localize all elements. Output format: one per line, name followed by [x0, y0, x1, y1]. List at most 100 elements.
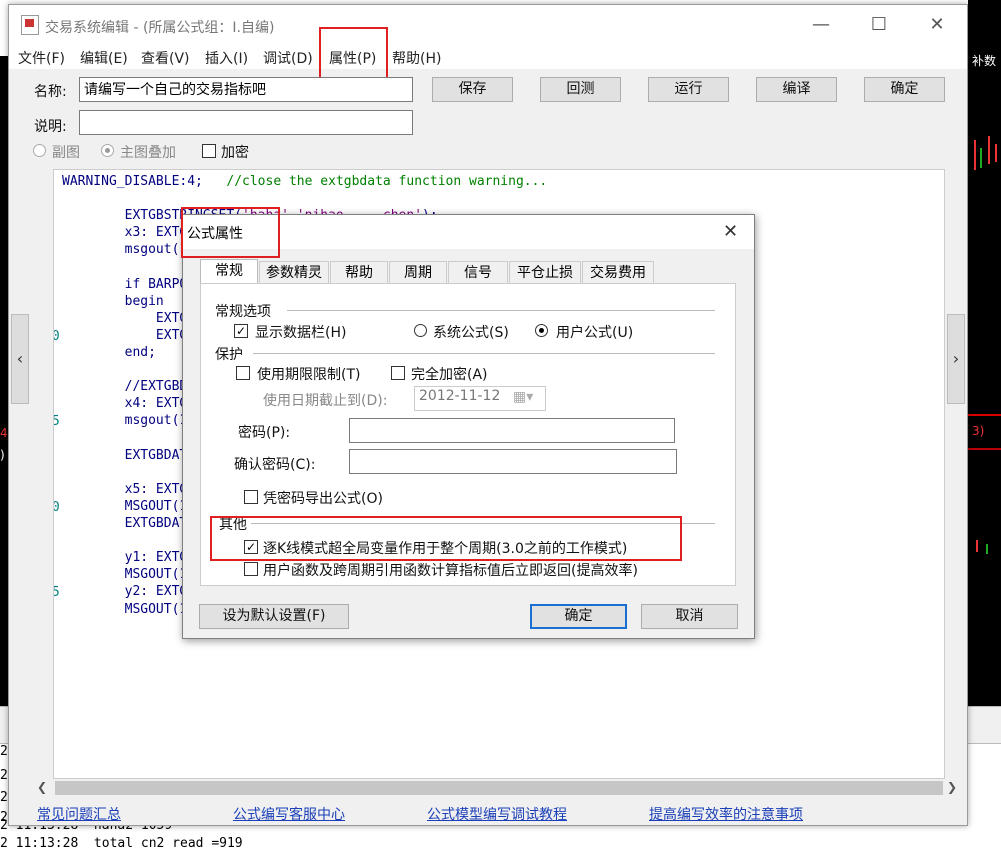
link-efficiency-tips[interactable]: 提高编写效率的注意事项	[649, 804, 803, 824]
line-number: 10	[54, 329, 60, 344]
ok-button[interactable]: 确定	[864, 77, 945, 102]
show-data-bar-label: 显示数据栏(H)	[255, 325, 347, 341]
code-text: msgout(1	[62, 242, 188, 258]
scroll-right-icon[interactable]: ❯	[947, 780, 957, 794]
menu-file[interactable]: 文件(F)	[18, 48, 65, 68]
log-line: 2	[0, 768, 8, 783]
time-limit-checkbox[interactable]	[236, 366, 250, 380]
code-line: MSGOUT(1	[62, 567, 188, 582]
line-number: 20	[54, 500, 60, 515]
tab-signal[interactable]: 信号	[448, 261, 508, 283]
tab-help[interactable]: 帮助	[330, 261, 388, 283]
scroll-left-icon[interactable]: ❮	[37, 780, 47, 794]
link-service-center[interactable]: 公式编写客服中心	[233, 804, 345, 824]
full-encrypt-label: 完全加密(A)	[411, 367, 488, 383]
menu-edit[interactable]: 编辑(E)	[80, 48, 128, 68]
radio-main-overlay-label: 主图叠加	[120, 145, 176, 161]
code-line: EXTGBDAT	[62, 448, 188, 463]
desc-input[interactable]	[79, 110, 413, 135]
use-date-until-label: 使用日期截止到(D):	[263, 393, 388, 409]
dialog-ok-button[interactable]: 确定	[530, 604, 627, 629]
section-protect: 保护	[215, 347, 243, 363]
export-with-password-checkbox[interactable]	[244, 490, 258, 504]
date-picker[interactable]: 2012-11-12 ▦▾	[414, 386, 546, 411]
close-icon[interactable]: ✕	[917, 11, 957, 41]
link-faq[interactable]: 常见问题汇总	[37, 804, 121, 824]
confirm-password-input[interactable]	[349, 449, 677, 474]
code-line: EXTGBDAT	[62, 516, 188, 531]
minimize-icon[interactable]: —	[801, 11, 841, 41]
menu-bar: 文件(F) 编辑(E) 查看(V) 插入(I) 调试(D) 属性(P) 帮助(H…	[9, 45, 967, 69]
code-line: x5: EXTG	[62, 481, 188, 497]
calendar-dropdown-icon[interactable]: ▦▾	[513, 389, 533, 405]
link-tutorial[interactable]: 公式模型编写调试教程	[427, 804, 567, 824]
name-input[interactable]: 请编写一个自己的交易指标吧	[79, 77, 413, 102]
code-line: WARNING_DISABLE:4; //close the extgbdata…	[62, 174, 547, 189]
full-encrypt-checkbox[interactable]	[391, 366, 405, 380]
code-text: x4: EXTG	[62, 396, 188, 412]
encrypt-label: 加密	[221, 145, 249, 161]
confirm-password-label: 确认密码(C):	[234, 457, 316, 473]
tab-stop-loss[interactable]: 平仓止损	[509, 261, 581, 283]
menu-debug[interactable]: 调试(D)	[263, 48, 313, 68]
tab-period[interactable]: 周期	[389, 261, 447, 283]
set-default-button[interactable]: 设为默认设置(F)	[199, 604, 349, 629]
line-number: 25	[54, 585, 60, 600]
code-text: MSGOUT(1	[62, 601, 188, 617]
code-line: y2: EXTG	[62, 584, 188, 599]
code-line: msgout(1	[62, 242, 188, 258]
date-value: 2012-11-12	[419, 388, 501, 404]
radio-subchart-label: 副图	[52, 145, 80, 161]
dialog-close-icon[interactable]: ✕	[723, 221, 738, 242]
encrypt-checkbox[interactable]	[202, 144, 216, 158]
code-text: MSGOUT(1	[62, 498, 188, 514]
compile-button[interactable]: 编译	[756, 77, 837, 102]
right-label-1: 补数	[972, 52, 997, 69]
tab-param-wizard[interactable]: 参数精灵	[259, 261, 329, 283]
password-input[interactable]	[349, 418, 675, 443]
password-label: 密码(P):	[238, 425, 291, 441]
code-text: msgout(1	[62, 413, 188, 429]
code-line: end;	[62, 345, 156, 360]
collapse-left-icon[interactable]: ‹	[11, 314, 29, 404]
code-text: begin	[62, 293, 164, 309]
system-formula-label: 系统公式(S)	[433, 325, 509, 341]
save-button[interactable]: 保存	[432, 77, 513, 102]
highlight-kline-option	[210, 516, 682, 561]
radio-system-formula[interactable]	[414, 324, 427, 337]
radio-main-overlay[interactable]	[101, 144, 114, 157]
tab-general[interactable]: 常规	[200, 259, 258, 284]
radio-subchart[interactable]	[33, 144, 46, 157]
run-button[interactable]: 运行	[648, 77, 729, 102]
user-formula-label: 用户公式(U)	[556, 325, 634, 341]
divider	[287, 310, 715, 311]
line-number: 15	[54, 414, 60, 429]
code-line: //EXTGBD	[62, 379, 188, 395]
code-text: x5: EXTG	[62, 481, 188, 497]
code-line: begin	[62, 294, 164, 309]
horizontal-scrollbar[interactable]: ❮ ❯	[33, 779, 963, 797]
desc-label: 说明:	[34, 119, 67, 135]
backtest-button[interactable]: 回测	[540, 77, 621, 102]
user-func-return-checkbox[interactable]	[244, 562, 258, 576]
show-data-bar-checkbox[interactable]: ✓	[234, 324, 248, 338]
collapse-right-icon[interactable]: ›	[947, 314, 965, 404]
code-text: end;	[62, 345, 156, 360]
maximize-icon[interactable]: ☐	[859, 11, 899, 41]
code-text: EXTG	[62, 310, 188, 326]
code-text: //EXTGBD	[62, 379, 188, 395]
dialog-cancel-button[interactable]: 取消	[641, 604, 738, 629]
code-line: MSGOUT(1	[62, 601, 188, 617]
code-line: y1: EXTG	[62, 550, 188, 565]
menu-insert[interactable]: 插入(I)	[205, 48, 248, 68]
code-line: x4: EXTG	[62, 396, 188, 412]
code-comment: //close the extgbdata function warning..…	[202, 174, 548, 189]
tab-trading-fee[interactable]: 交易费用	[582, 261, 654, 283]
code-line: if BARPO	[62, 277, 188, 292]
code-line: EXTG	[62, 328, 187, 343]
radio-user-formula[interactable]	[535, 324, 548, 337]
scroll-thumb[interactable]	[55, 781, 943, 795]
menu-view[interactable]: 查看(V)	[141, 48, 190, 68]
menu-help[interactable]: 帮助(H)	[392, 48, 441, 68]
code-line: msgout(1	[62, 413, 188, 429]
